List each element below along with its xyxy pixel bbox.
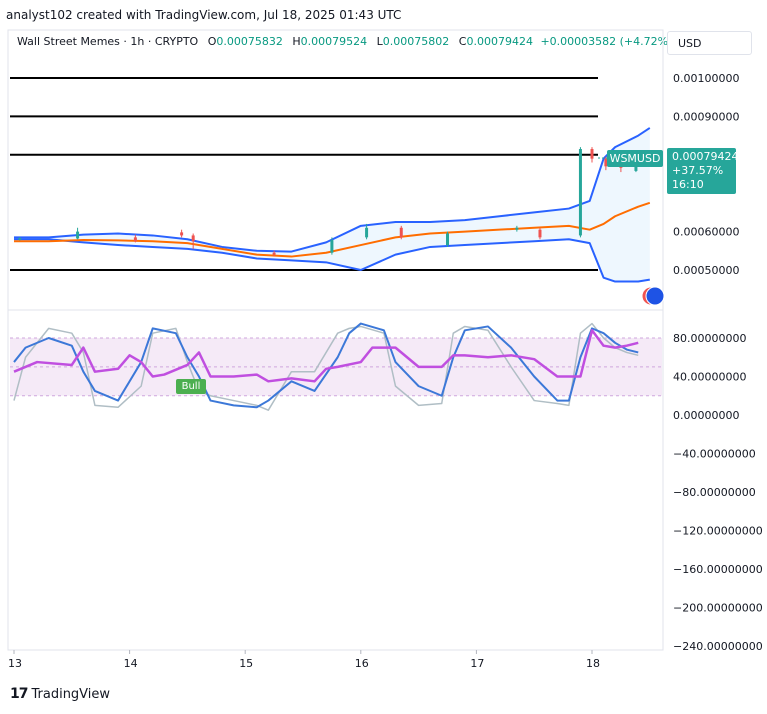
footer: 17 TradingView (10, 686, 110, 702)
candle-body (578, 149, 582, 236)
oscillator-axis-tick: −200.00000000 (673, 602, 763, 615)
price-axis-tick: 0.00090000 (673, 110, 739, 123)
candle-body (446, 233, 449, 246)
current-price: 0.00079424 (672, 150, 739, 163)
price-label-box: 0.00079424 +37.57% 16:10 (667, 148, 739, 194)
oscillator-axis-tick: −120.00000000 (673, 525, 763, 538)
oscillator-axis-tick: −40.00000000 (673, 448, 756, 461)
candle-body (590, 149, 594, 159)
tradingview-logo-icon: 17 (10, 686, 29, 702)
footer-brand: TradingView (31, 686, 111, 702)
candle-body (515, 227, 519, 230)
oscillator-axis-tick: −240.00000000 (673, 640, 763, 653)
x-axis-tick: 16 (355, 657, 369, 670)
x-axis-tick: 14 (124, 657, 138, 670)
price-axis-tick: 0.00100000 (673, 72, 739, 85)
price-pane (10, 77, 663, 283)
candle-body (76, 231, 80, 239)
flag-circle-front (645, 286, 665, 306)
candle-body (365, 227, 369, 238)
candle-body (330, 240, 334, 253)
price-chart[interactable]: 0.00100000 0.00090000 0.00060000 0.00050000… (0, 0, 767, 714)
oscillator-axis-tick: −160.00000000 (673, 563, 763, 576)
candle-body (180, 232, 184, 236)
oscillator-pane (10, 322, 662, 411)
price-axis-tick: 0.00050000 (673, 264, 739, 277)
x-axis-tick: 13 (8, 657, 22, 670)
candle-body (399, 227, 403, 238)
candle-body (133, 237, 137, 242)
candle-body (272, 252, 276, 255)
oscillator-axis-tick: 80.00000000 (673, 332, 746, 345)
ticker-tag: WSMUSD (607, 150, 663, 167)
candle-body (18, 238, 22, 240)
oscillator-axis-tick: 40.00000000 (673, 371, 746, 384)
price-axis-tick: 0.00060000 (673, 226, 739, 239)
us-flag-icon (641, 286, 665, 306)
price-change-pct: +37.57% (672, 164, 724, 177)
x-axis-tick: 17 (470, 657, 484, 670)
candle-body (538, 229, 542, 238)
candle-body (191, 235, 195, 242)
bollinger-fill (14, 127, 650, 282)
x-axis-tick: 18 (586, 657, 600, 670)
oscillator-axis-tick: 0.00000000 (673, 409, 739, 422)
bull-label: Bull (176, 379, 206, 394)
x-axis-tick: 15 (239, 657, 253, 670)
oscillator-axis-tick: −80.00000000 (673, 486, 756, 499)
bar-countdown: 16:10 (672, 178, 704, 191)
